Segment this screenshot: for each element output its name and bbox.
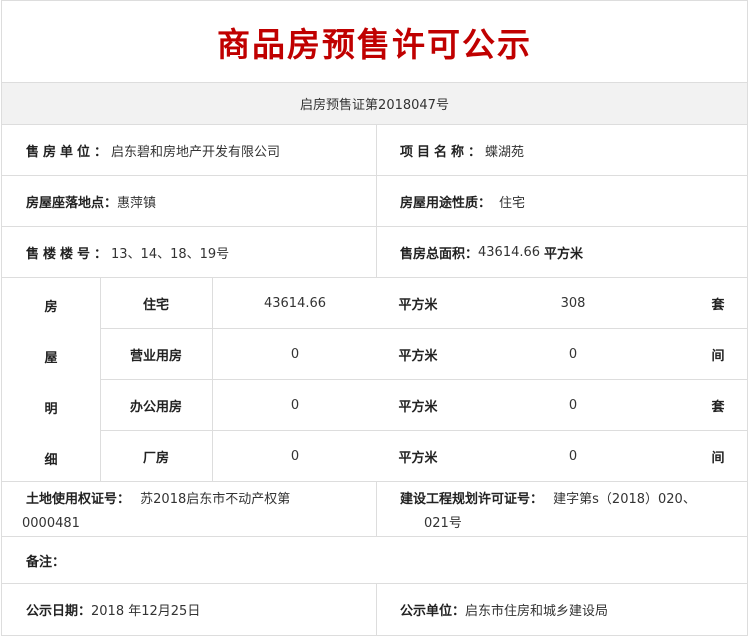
detail-row: 厂房 0 平方米 0 间 <box>100 431 747 482</box>
detail-count-unit: 间 <box>711 348 725 364</box>
detail-area-unit: 平方米 <box>398 297 438 313</box>
seller-value: 启东碧和房地产开发有限公司 <box>111 144 281 160</box>
total-area-label: 售房总面积： <box>400 246 479 262</box>
detail-count: 308 <box>560 295 586 311</box>
detail-area-unit: 平方米 <box>398 451 438 466</box>
publish-date-value: 2018 年12月25日 <box>91 604 201 619</box>
detail-row: 住宅 43614.66 平方米 308 套 <box>100 278 747 329</box>
side-char-4: 细 <box>44 453 58 468</box>
planning-permit-value-line1: 建字第s（2018）020、 <box>553 492 696 507</box>
buildings-value: 13、14、18、19号 <box>111 246 230 262</box>
location-value: 惠萍镇 <box>117 195 157 211</box>
publisher-label: 公示单位： <box>400 604 466 619</box>
location-row: 房屋座落地点： 惠萍镇 房屋用途性质： 住宅 <box>2 176 747 227</box>
detail-count-unit: 套 <box>711 297 725 313</box>
land-cert-value-line2: 0000481 <box>22 516 80 531</box>
detail-type: 厂房 <box>142 451 169 466</box>
total-area-unit: 平方米 <box>544 246 584 262</box>
seller-label: 售房单位： <box>26 144 112 160</box>
total-area-value: 43614.66 <box>478 244 541 260</box>
detail-row: 办公用房 0 平方米 0 套 <box>100 380 747 431</box>
title-row: 商品房预售许可公示 <box>2 1 747 83</box>
detail-count: 0 <box>568 397 578 413</box>
page-title: 商品房预售许可公示 <box>217 24 532 64</box>
land-cert-label: 土地使用权证号： <box>26 492 131 507</box>
remarks-label: 备注： <box>26 554 66 570</box>
publish-date-label: 公示日期： <box>26 604 92 619</box>
detail-area-unit: 平方米 <box>398 399 438 415</box>
remarks-row: 备注： <box>2 537 747 584</box>
project-value: 蝶湖苑 <box>485 144 525 160</box>
buildings-label: 售楼楼号： <box>26 246 112 262</box>
project-label: 项目名称： <box>400 144 486 160</box>
seller-row: 售房单位： 启东碧和房地产开发有限公司 项目名称： 蝶湖苑 <box>2 125 747 176</box>
detail-type: 营业用房 <box>129 348 182 364</box>
usage-label: 房屋用途性质： <box>400 195 492 211</box>
detail-area: 0 <box>290 346 300 362</box>
detail-area: 43614.66 <box>263 295 327 311</box>
detail-area: 0 <box>290 397 300 413</box>
detail-area: 0 <box>290 449 300 464</box>
land-cert-value-line1: 苏2018启东市不动产权第 <box>140 492 291 507</box>
side-char-3: 明 <box>44 402 58 417</box>
buildings-row: 售楼楼号： 13、14、18、19号 售房总面积： 43614.66 平方米 <box>2 227 747 278</box>
detail-area-unit: 平方米 <box>398 348 438 364</box>
detail-type: 办公用房 <box>129 399 182 415</box>
certificates-row: 土地使用权证号： 苏2018启东市不动产权第 0000481 建设工程规划许可证… <box>2 482 747 537</box>
footer-row: 公示日期： 2018 年12月25日 公示单位： 启东市住房和城乡建设局 <box>2 584 747 635</box>
detail-count: 0 <box>568 346 578 362</box>
permit-number-row: 启房预售证第2018047号 <box>2 83 747 125</box>
side-char-2: 屋 <box>44 351 58 366</box>
detail-count-unit: 套 <box>711 399 725 415</box>
usage-value: 住宅 <box>499 195 526 211</box>
planning-permit-label: 建设工程规划许可证号： <box>400 492 544 507</box>
detail-count-unit: 间 <box>711 451 725 466</box>
presale-permit-notice: 商品房预售许可公示 启房预售证第2018047号 售房单位： 启东碧和房地产开发… <box>1 0 748 636</box>
location-label: 房屋座落地点： <box>26 195 118 211</box>
publisher-value: 启东市住房和城乡建设局 <box>465 604 609 619</box>
permit-number: 启房预售证第2018047号 <box>300 98 449 113</box>
side-char-1: 房 <box>44 300 58 315</box>
detail-count: 0 <box>568 449 578 464</box>
detail-type: 住宅 <box>142 297 169 313</box>
house-detail-table: 房 屋 明 细 住宅 43614.66 平方米 308 套 营业用房 0 平方米… <box>2 278 747 482</box>
detail-row: 营业用房 0 平方米 0 间 <box>100 329 747 380</box>
planning-permit-value-line2: 021号 <box>424 516 462 531</box>
